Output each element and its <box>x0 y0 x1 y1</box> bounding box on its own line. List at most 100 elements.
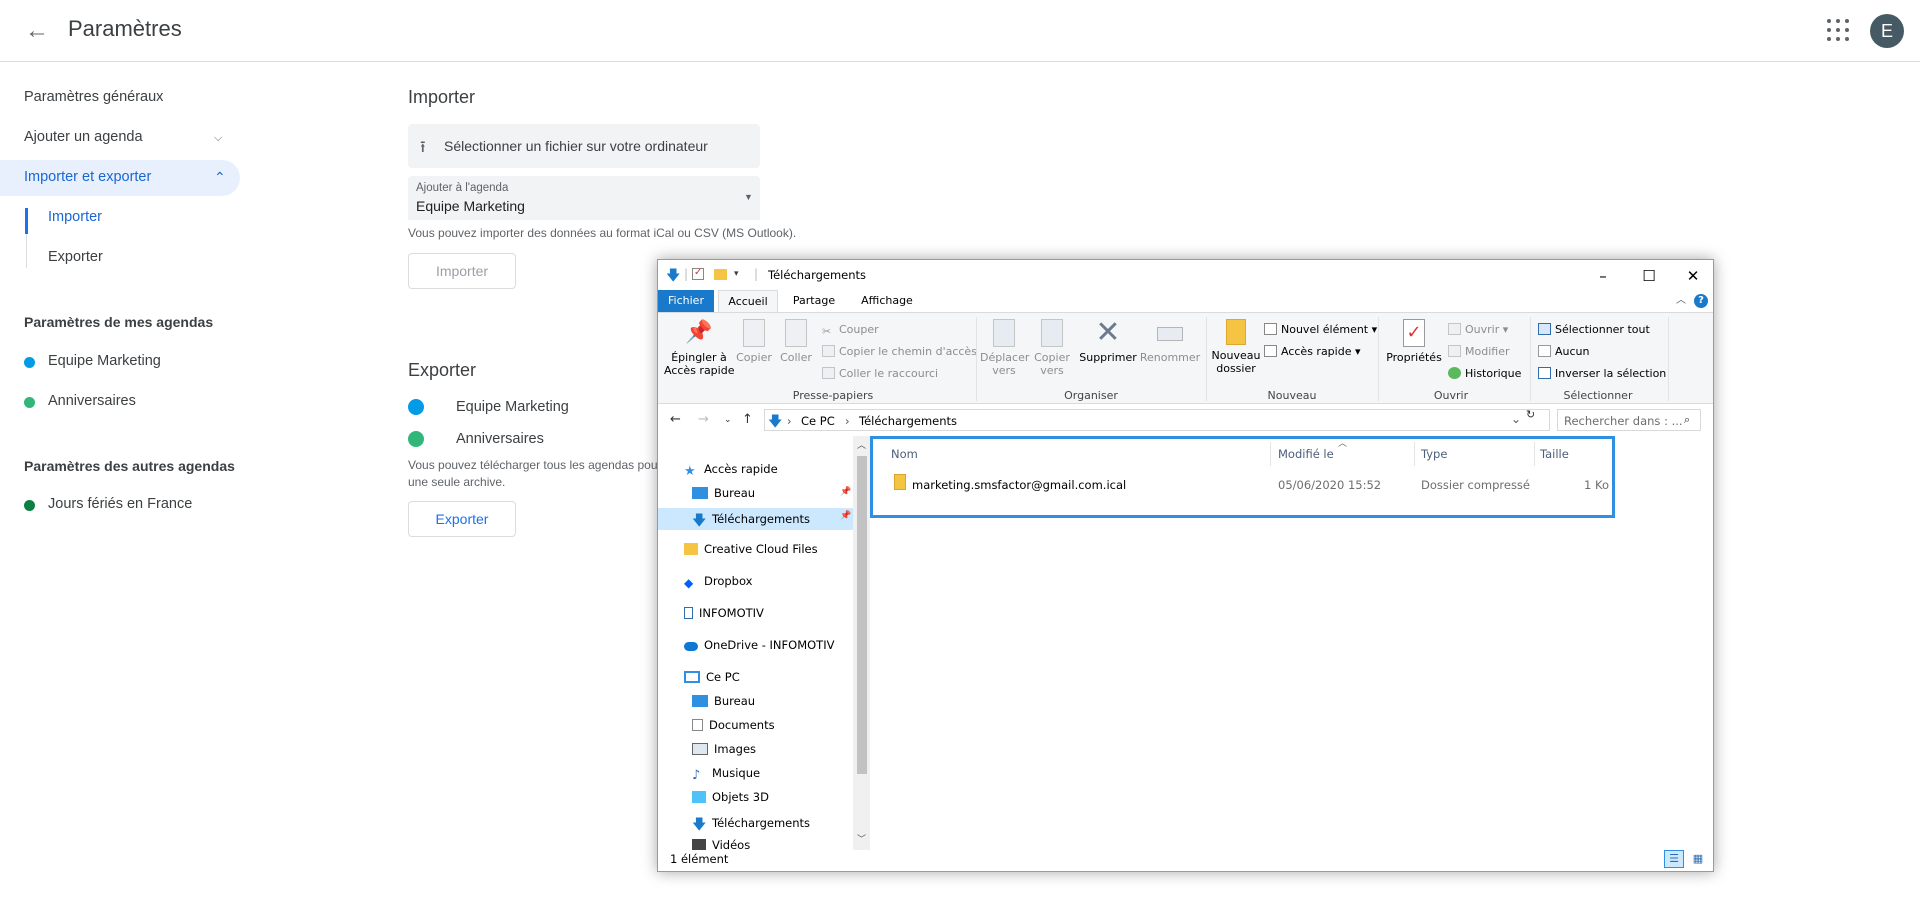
copy-button[interactable]: Copier <box>734 319 774 364</box>
rename-label: Renommer <box>1139 351 1201 364</box>
cut-button[interactable]: ✂ Couper <box>822 323 879 338</box>
nav-label: INFOMOTIV <box>699 606 764 620</box>
nav-pc-videos[interactable]: Vidéos <box>692 838 750 850</box>
shortcut-icon <box>822 367 835 379</box>
copy-to-button[interactable]: Copier vers <box>1028 319 1076 377</box>
submenu-active-indicator <box>25 208 28 234</box>
paste-button[interactable]: Coller <box>776 319 816 364</box>
select-none-label: Aucun <box>1555 345 1590 358</box>
paste-shortcut-button[interactable]: Coller le raccourci <box>822 367 938 380</box>
column-header-modified[interactable]: Modifié le <box>1278 447 1334 461</box>
window-title: Téléchargements <box>768 268 867 282</box>
invert-selection-button[interactable]: Inverser la sélection <box>1538 367 1666 380</box>
scroll-up-icon[interactable]: ︿ <box>857 438 866 451</box>
scroll-down-icon[interactable]: ﹀ <box>857 832 866 845</box>
select-none-button[interactable]: Aucun <box>1538 345 1590 358</box>
move-to-button[interactable]: Déplacer vers <box>980 319 1029 377</box>
column-header-size[interactable]: Taille <box>1540 447 1569 461</box>
select-value: Equipe Marketing <box>416 198 525 214</box>
sidebar-subitem-import[interactable]: Importer <box>48 209 102 225</box>
copy-label: Copier <box>736 351 772 364</box>
sidebar-item-general[interactable]: Paramètres généraux <box>24 89 163 105</box>
forward-icon[interactable]: → <box>698 412 709 427</box>
breadcrumb-ce-pc[interactable]: Ce PC <box>801 414 835 428</box>
nav-qa-bureau[interactable]: Bureau <box>692 486 755 500</box>
tab-affichage[interactable]: Affichage <box>852 290 922 312</box>
open-label: Ouvrir <box>1465 323 1500 336</box>
pin-label: Épingler à Accès rapide <box>664 351 735 377</box>
sidebar-subitem-export[interactable]: Exporter <box>48 249 103 265</box>
downloads-arrow-icon: 🡇 <box>768 414 783 430</box>
up-icon[interactable]: ↑ <box>742 412 753 427</box>
sidebar-item-add-calendar[interactable]: Ajouter un agenda <box>24 129 143 145</box>
properties-button[interactable]: ✓ Propriétés <box>1384 319 1444 364</box>
nav-onedrive[interactable]: OneDrive - INFOMOTIV <box>684 638 834 652</box>
new-folder-button[interactable]: Nouveau dossier <box>1210 319 1262 375</box>
easy-access-button[interactable]: Accès rapide ▾ <box>1264 345 1361 358</box>
new-item-button[interactable]: Nouvel élément ▾ <box>1264 323 1377 336</box>
back-arrow-icon[interactable]: ← <box>22 16 52 46</box>
tab-fichier[interactable]: Fichier <box>658 290 714 312</box>
sidebar-calendar-jours-feries[interactable]: Jours fériés en France <box>48 496 192 512</box>
select-none-icon <box>1538 345 1551 357</box>
history-button[interactable]: Historique <box>1448 367 1521 380</box>
address-dropdown-icon[interactable]: ⌄ <box>1511 412 1521 426</box>
rename-button[interactable]: Renommer <box>1138 319 1202 364</box>
details-view-icon[interactable]: ☰ <box>1664 850 1684 868</box>
delete-button[interactable]: ✕ Supprimer <box>1078 318 1138 365</box>
import-button[interactable]: Importer <box>408 253 516 289</box>
avatar[interactable]: E <box>1870 14 1904 48</box>
nav-pc-bureau[interactable]: Bureau <box>692 694 755 708</box>
nav-label: OneDrive - INFOMOTIV <box>704 638 835 652</box>
open-button[interactable]: Ouvrir ▾ <box>1448 323 1508 336</box>
cube-icon <box>692 791 706 803</box>
apps-grid-icon[interactable] <box>1824 16 1854 46</box>
nav-pc-3d[interactable]: Objets 3D <box>692 790 769 804</box>
address-bar[interactable]: 🡇 › Ce PC › Téléchargements ⌄ <box>764 409 1550 431</box>
column-header-type[interactable]: Type <box>1421 447 1447 461</box>
chevron-down-icon[interactable]: ⌵ <box>214 132 222 145</box>
help-icon[interactable]: ? <box>1694 294 1708 308</box>
page-title: Paramètres <box>68 16 182 41</box>
add-to-calendar-select[interactable]: Ajouter à l'agenda Equipe Marketing ▼ <box>408 176 760 220</box>
minimize-icon[interactable]: – <box>1580 262 1626 290</box>
nav-pc-music[interactable]: ♪ Musique <box>692 766 760 783</box>
computer-icon <box>684 671 700 683</box>
calendar-color-dot <box>24 500 35 511</box>
collapse-ribbon-icon[interactable]: ︿ <box>1674 290 1688 312</box>
refresh-icon[interactable]: ↻ <box>1526 408 1535 421</box>
nav-pc-images[interactable]: Images <box>692 742 756 756</box>
breadcrumb-telechargements[interactable]: Téléchargements <box>859 414 957 428</box>
export-button[interactable]: Exporter <box>408 501 516 537</box>
recent-locations-icon[interactable]: ⌄ <box>724 415 732 425</box>
nav-quick-access[interactable]: ★ Accès rapide <box>684 462 778 479</box>
back-icon[interactable]: ← <box>670 412 681 427</box>
nav-dropbox[interactable]: ◆ Dropbox <box>684 574 752 590</box>
large-icons-view-icon[interactable]: ▦ <box>1688 850 1708 868</box>
nav-pc-downloads[interactable]: 🡇 Téléchargements <box>692 814 810 833</box>
column-header-name[interactable]: Nom <box>891 447 918 461</box>
tab-partage[interactable]: Partage <box>782 290 846 312</box>
nav-this-pc[interactable]: Ce PC <box>684 670 740 684</box>
close-icon[interactable]: ✕ <box>1670 262 1716 290</box>
select-all-button[interactable]: Sélectionner tout <box>1538 323 1650 336</box>
nav-infomotiv[interactable]: INFOMOTIV <box>684 606 764 620</box>
copy-path-button[interactable]: Copier le chemin d'accès <box>822 345 977 358</box>
nav-pc-documents[interactable]: Documents <box>692 718 775 732</box>
edit-button[interactable]: Modifier <box>1448 345 1509 358</box>
customize-qa-icon[interactable]: ▾ <box>734 269 739 279</box>
folder-quick-icon[interactable] <box>714 269 727 280</box>
document-icon <box>692 719 703 731</box>
scrollbar-thumb[interactable] <box>857 456 867 774</box>
sidebar-calendar-anniversaires[interactable]: Anniversaires <box>48 393 136 409</box>
chevron-up-icon[interactable]: ⌃ <box>214 169 226 186</box>
maximize-icon[interactable]: ☐ <box>1626 262 1672 290</box>
sidebar-item-import-export[interactable]: Importer et exporter <box>24 169 151 185</box>
sidebar-calendar-equipe-marketing[interactable]: Equipe Marketing <box>48 353 161 369</box>
nav-qa-downloads[interactable]: 🡇 Téléchargements <box>692 510 810 529</box>
tab-accueil[interactable]: Accueil <box>718 290 778 312</box>
search-input[interactable]: Rechercher dans : ... ⌕ <box>1557 409 1701 431</box>
pin-quick-access-button[interactable]: 📌 Épingler à Accès rapide <box>664 319 734 377</box>
nav-creative-cloud[interactable]: Creative Cloud Files <box>684 542 818 556</box>
select-file-button[interactable]: ⭱ Sélectionner un fichier sur votre ordi… <box>408 124 760 168</box>
